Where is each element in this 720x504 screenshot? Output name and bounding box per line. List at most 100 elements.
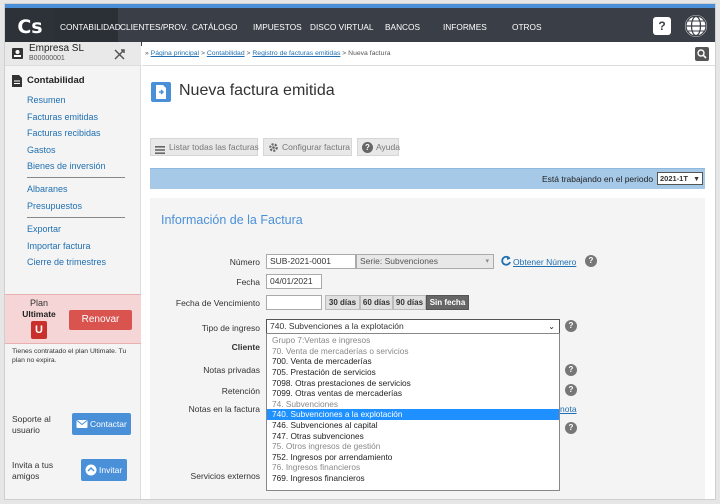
sidebar-divider: [27, 177, 125, 178]
sidebar-item-facturas-recibidas[interactable]: Facturas recibidas: [27, 128, 101, 138]
tipo-ingreso-select[interactable]: 740. Subvenciones a la explotación ⌄: [266, 319, 560, 334]
renew-button[interactable]: Renovar: [69, 310, 132, 330]
sidebar: Empresa SL B00000001 Contabilidad Resume…: [5, 42, 141, 499]
app-logo[interactable]: Cs: [5, 8, 55, 46]
nav-bancos[interactable]: BANCOS: [385, 8, 420, 46]
company-card-icon: [12, 48, 23, 59]
help-tipo-ingreso-icon[interactable]: ?: [565, 320, 577, 332]
list-invoices-button[interactable]: Listar todas las facturas: [150, 138, 259, 156]
cliente-label: Cliente: [231, 342, 260, 352]
chevron-down-icon: ▾: [485, 258, 489, 265]
vencimiento-input[interactable]: [266, 295, 322, 310]
help-numero-icon[interactable]: ?: [585, 255, 597, 267]
dropdown-option[interactable]: 769. Ingresos financieros: [267, 473, 559, 484]
tipo-ingreso-label: Tipo de ingreso: [201, 323, 260, 333]
breadcrumb-link-contabilidad[interactable]: Contabilidad: [207, 50, 245, 57]
dropdown-option-selected[interactable]: 740. Subvenciones a la explotación: [267, 409, 559, 420]
sidebar-item-albaranes[interactable]: Albaranes: [27, 184, 68, 194]
help-ayuda-button[interactable]: ? Ayuda: [357, 138, 400, 156]
dropdown-option[interactable]: 700. Venta de mercaderías: [267, 356, 559, 367]
contact-button[interactable]: Contactar: [72, 413, 131, 435]
language-globe-icon[interactable]: [685, 15, 707, 37]
breadcrumb-separator: >: [246, 50, 251, 57]
servicios-externos-label: Servicios externos: [190, 471, 260, 481]
plan-box: Plan Ultimate U Renovar: [5, 294, 141, 344]
tipo-ingreso-dropdown-list: Grupo 7:Ventas e ingresos 70. Venta de m…: [266, 333, 560, 491]
60-dias-button[interactable]: 60 días: [360, 295, 393, 310]
dropdown-option[interactable]: 7099. Otras ventas de mercaderías: [267, 388, 559, 399]
sin-fecha-button[interactable]: Sin fecha: [426, 295, 469, 310]
document-icon: [12, 75, 22, 87]
vencimiento-label: Fecha de Vencimiento: [175, 298, 260, 308]
nav-otros[interactable]: OTROS: [512, 8, 542, 46]
sidebar-item-gastos[interactable]: Gastos: [27, 145, 56, 155]
numero-input[interactable]: SUB-2021-0001: [266, 254, 356, 269]
notas-factura-label: Notas en la factura: [188, 404, 260, 414]
company-selector[interactable]: Empresa SL B00000001: [5, 42, 141, 66]
serie-select[interactable]: Serie: Subvenciones ▾: [356, 254, 494, 269]
nav-disco-virtual[interactable]: DISCO VIRTUAL: [310, 8, 373, 46]
90-dias-button[interactable]: 90 días: [393, 295, 426, 310]
30-dias-button[interactable]: 30 días: [325, 295, 360, 310]
configure-invoice-button[interactable]: Configurar factura: [263, 138, 352, 156]
chevron-down-icon: ⌄: [548, 322, 555, 331]
help-ayuda-label: Ayuda: [376, 142, 400, 152]
dropdown-group: 70. Venta de mercaderías o servicios: [272, 346, 409, 356]
nav-contabilidad[interactable]: CONTABILIDAD: [55, 8, 121, 46]
invite-button[interactable]: Invitar: [81, 459, 127, 481]
share-icon: [85, 464, 97, 476]
obtener-numero-link[interactable]: Obtener Número: [513, 257, 576, 267]
list-icon: [155, 143, 165, 154]
breadcrumb-prefix: »: [145, 50, 149, 57]
sidebar-section-title: Contabilidad: [27, 75, 85, 86]
period-select[interactable]: 2021-1T ▼: [657, 172, 703, 185]
dropdown-option[interactable]: 705. Prestación de servicios: [267, 367, 559, 378]
plan-name: Ultimate: [22, 309, 56, 319]
question-icon: ?: [362, 142, 373, 153]
refresh-icon[interactable]: [500, 255, 512, 267]
sidebar-item-importar-factura[interactable]: Importar factura: [27, 241, 91, 251]
dropdown-option[interactable]: 746. Subvenciones al capital: [267, 420, 559, 431]
sidebar-item-resumen[interactable]: Resumen: [27, 95, 66, 105]
sidebar-item-exportar[interactable]: Exportar: [27, 224, 61, 234]
help-button[interactable]: ?: [653, 17, 671, 35]
nav-informes[interactable]: INFORMES: [443, 8, 487, 46]
notas-factura-link[interactable]: nota: [560, 404, 577, 414]
nav-clientes-prov[interactable]: CLIENTES/PROV.: [120, 8, 188, 46]
period-bar: Está trabajando en el periodo 2021-1T ▼: [150, 168, 705, 189]
nav-catalogo[interactable]: CATÁLOGO: [192, 8, 238, 46]
company-id: B00000001: [29, 55, 65, 62]
breadcrumb-separator: >: [200, 50, 205, 57]
sidebar-item-cierre-trimestres[interactable]: Cierre de trimestres: [27, 257, 106, 267]
help-notas-privadas-icon[interactable]: ?: [565, 364, 577, 376]
dropdown-option[interactable]: 752. Ingresos por arrendamiento: [267, 452, 559, 463]
breadcrumb-link-home[interactable]: Página principal: [151, 50, 199, 57]
period-text: Está trabajando en el periodo: [542, 174, 654, 184]
serie-value: Serie: Subvenciones: [360, 256, 438, 266]
sidebar-item-presupuestos[interactable]: Presupuestos: [27, 201, 82, 211]
plan-badge: U: [31, 321, 47, 339]
help-notas-factura-icon[interactable]: ?: [565, 422, 577, 434]
form-title: Información de la Factura: [161, 213, 303, 227]
plan-label: Plan: [29, 298, 48, 308]
dropdown-group: 74. Subvenciones: [272, 399, 338, 409]
tipo-ingreso-value: 740. Subvenciones a la explotación: [270, 321, 404, 331]
switch-company-icon[interactable]: [113, 47, 127, 61]
fecha-label: Fecha: [236, 277, 260, 287]
page-title: Nueva factura emitida: [179, 82, 335, 99]
sidebar-divider: [27, 217, 125, 218]
company-name: Empresa SL: [29, 43, 85, 54]
sidebar-item-facturas-emitidas[interactable]: Facturas emitidas: [27, 112, 98, 122]
fecha-input[interactable]: 04/01/2021: [266, 274, 322, 289]
dropdown-option[interactable]: 7098. Otras prestaciones de servicios: [267, 378, 559, 389]
period-value: 2021-1T: [660, 174, 688, 183]
sidebar-item-bienes-inversion[interactable]: Bienes de inversión: [27, 161, 106, 171]
dropdown-group: 75. Otros ingresos de gestión: [272, 441, 381, 451]
breadcrumb-link-registro[interactable]: Registro de facturas emitidas: [252, 50, 340, 57]
help-retencion-icon[interactable]: ?: [565, 384, 577, 396]
search-icon[interactable]: [695, 47, 709, 61]
dropdown-option[interactable]: 747. Otras subvenciones: [267, 431, 559, 442]
invite-text: Invita a tus amigos: [12, 460, 54, 481]
nav-impuestos[interactable]: IMPUESTOS: [253, 8, 302, 46]
breadcrumb-separator: >: [342, 50, 347, 57]
